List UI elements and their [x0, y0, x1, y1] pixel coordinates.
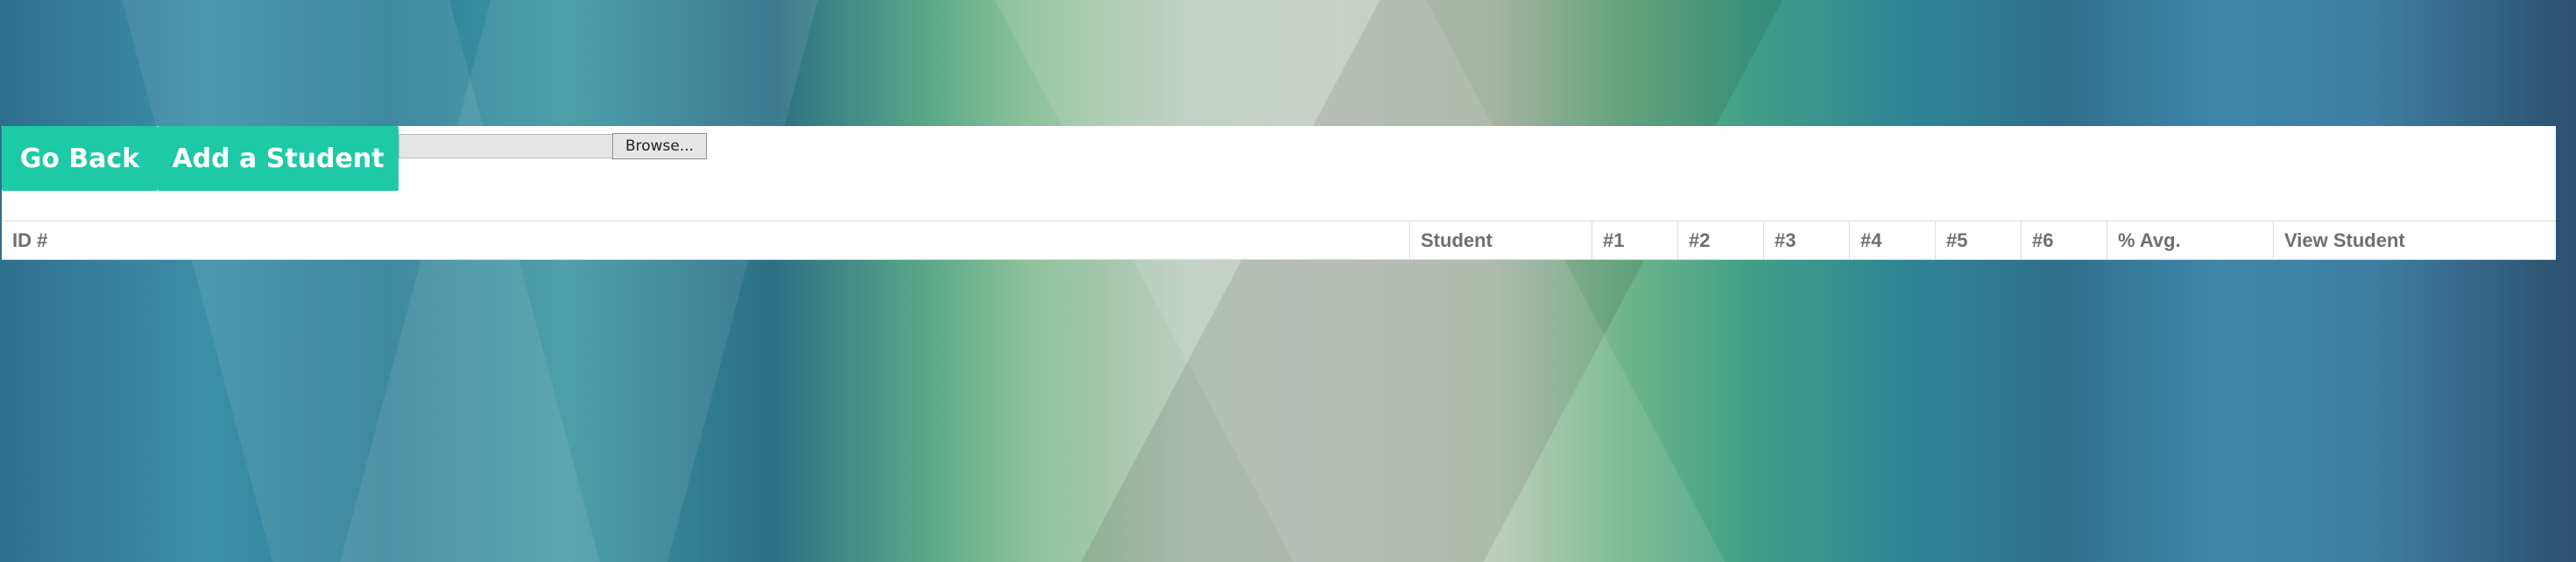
go-back-button[interactable]: Go Back: [2, 126, 158, 191]
header-view-student[interactable]: View Student: [2274, 221, 2556, 259]
header-student[interactable]: Student: [1410, 221, 1592, 259]
header-score-1[interactable]: #1: [1592, 221, 1678, 259]
header-score-4[interactable]: #4: [1850, 221, 1936, 259]
header-avg[interactable]: % Avg.: [2107, 221, 2274, 259]
header-score-3[interactable]: #3: [1764, 221, 1850, 259]
add-student-button[interactable]: Add a Student: [158, 126, 399, 191]
header-id[interactable]: ID #: [2, 221, 1410, 259]
file-path-field[interactable]: [399, 134, 612, 158]
students-table-header: ID # Student #1 #2 #3 #4 #5 #6 % Avg. Vi…: [2, 221, 2556, 260]
header-score-5[interactable]: #5: [1936, 221, 2022, 259]
header-score-2[interactable]: #2: [1678, 221, 1764, 259]
file-upload-input[interactable]: Browse...: [399, 133, 707, 159]
browse-button[interactable]: Browse...: [612, 133, 707, 159]
header-score-6[interactable]: #6: [2022, 221, 2107, 259]
